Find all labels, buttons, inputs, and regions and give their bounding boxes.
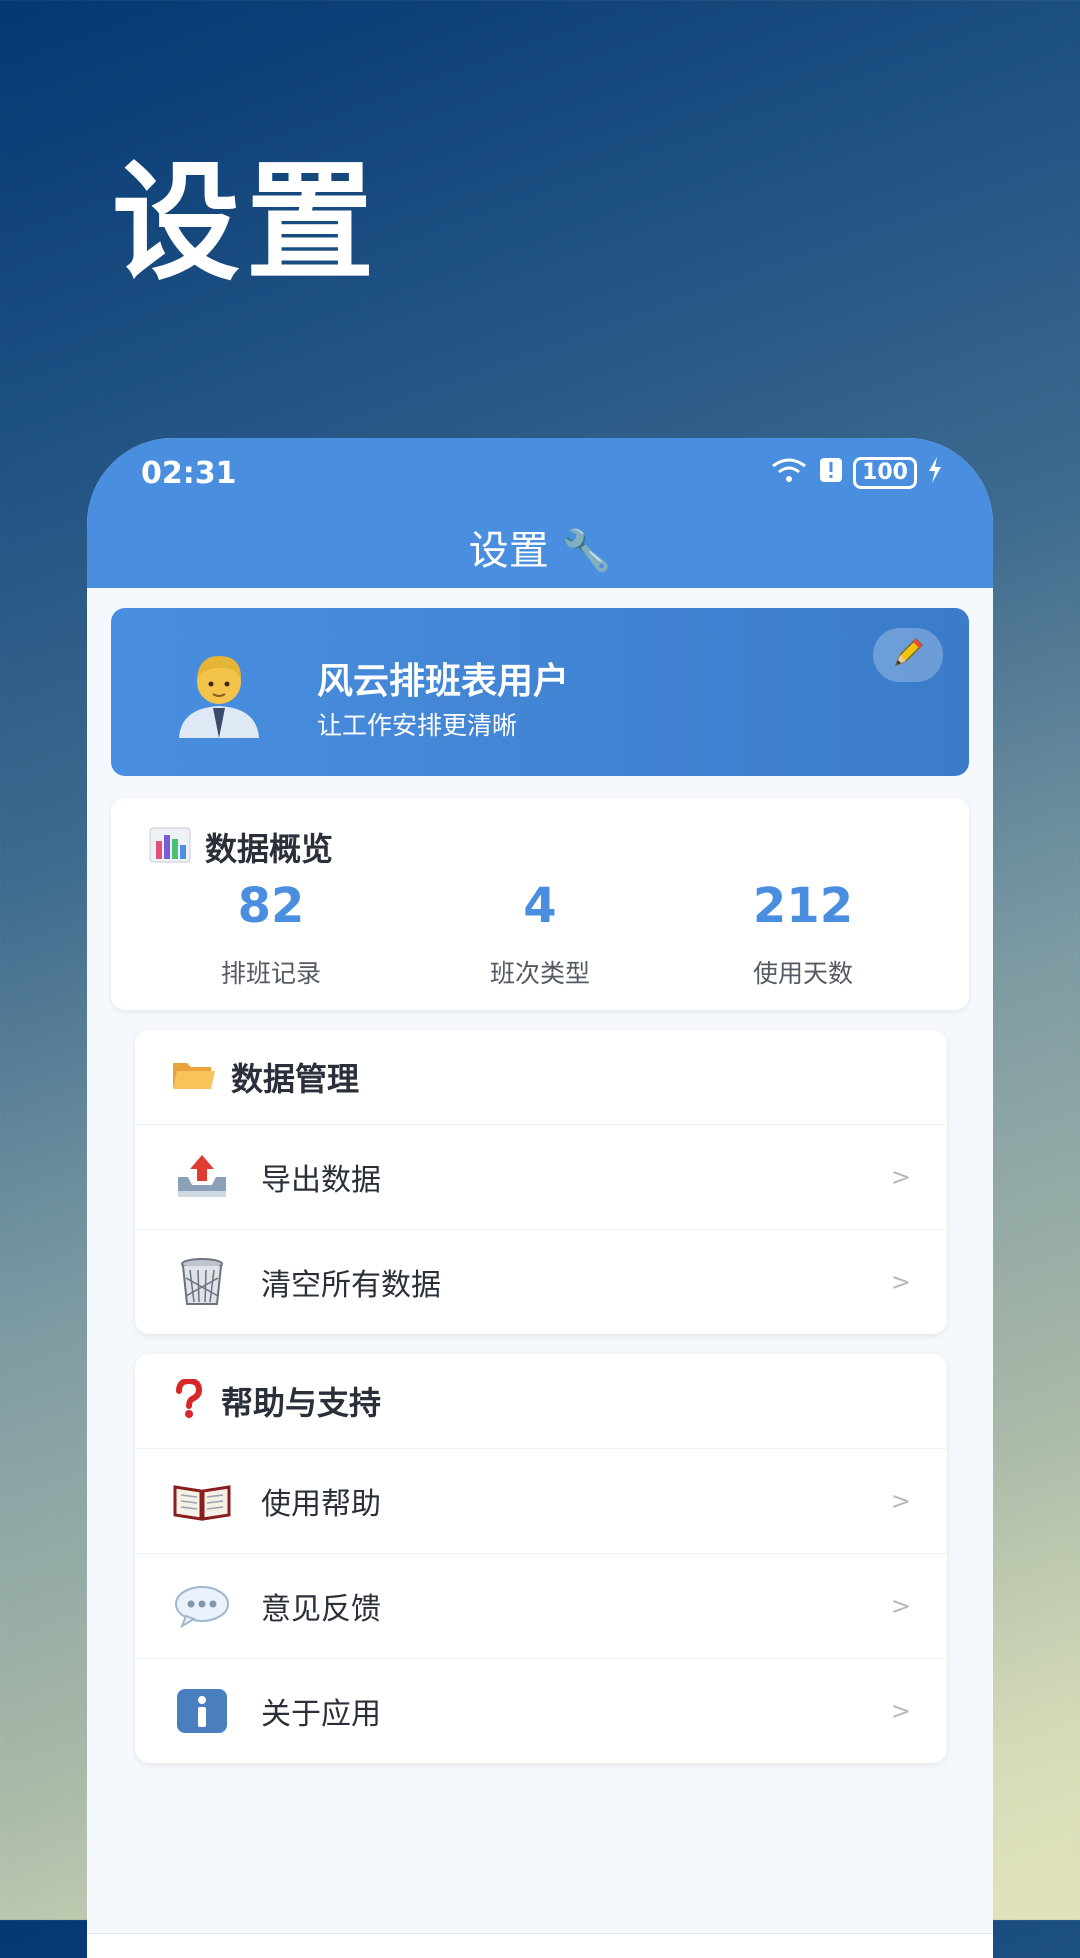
charging-icon — [927, 457, 943, 489]
export-data-item[interactable]: 导出数据 > — [135, 1125, 947, 1230]
chevron-right-icon: > — [890, 1592, 911, 1620]
user-help-item[interactable]: 使用帮助 > — [135, 1449, 947, 1554]
about-app-item[interactable]: 关于应用 > — [135, 1659, 947, 1763]
battery-indicator: 100 — [853, 457, 917, 489]
help-support-section: 帮助与支持 使用帮助 > 意见反馈 > 关于应用 > — [135, 1354, 947, 1763]
data-management-section: 数据管理 导出数据 > 清空所有数据 > — [135, 1030, 947, 1334]
hero-title: 设置 — [112, 149, 381, 298]
page-title: 设置 🔧 — [468, 528, 612, 574]
folder-icon — [171, 1057, 217, 1097]
item-label: 导出数据 — [261, 1163, 381, 1198]
overview-title: 数据概览 — [205, 830, 334, 868]
overview-card: 数据概览 82 排班记录 4 班次类型 212 使用天数 — [111, 798, 969, 1010]
item-label: 清空所有数据 — [261, 1268, 441, 1303]
section-title: 帮助与支持 — [221, 1384, 382, 1422]
profile-name: 风云排班表用户 — [317, 661, 570, 702]
man-office-worker-icon — [173, 646, 265, 738]
item-label: 关于应用 — [261, 1697, 381, 1732]
status-icons: 100 — [769, 456, 943, 490]
stat-label: 班次类型 — [489, 959, 590, 988]
stat-shift-types: 4 班次类型 — [430, 882, 650, 990]
clear-all-data-item[interactable]: 清空所有数据 > — [135, 1230, 947, 1334]
profile-card[interactable]: 风云排班表用户 让工作安排更清晰 — [111, 608, 969, 776]
stat-value: 4 — [523, 878, 557, 934]
phone-screen: 02:31 100 设置 🔧 风云排班表用户 让工作安排更清晰 数据概览 82 … — [87, 438, 993, 1958]
book-icon — [173, 1472, 231, 1530]
stat-value: 82 — [237, 878, 305, 934]
feedback-item[interactable]: 意见反馈 > — [135, 1554, 947, 1659]
item-label: 意见反馈 — [261, 1592, 381, 1627]
bar-chart-icon — [149, 827, 191, 867]
chevron-right-icon: > — [890, 1163, 911, 1191]
stat-days-used: 212 使用天数 — [693, 882, 913, 990]
item-label: 使用帮助 — [261, 1487, 381, 1522]
question-icon — [171, 1377, 207, 1423]
app-bar: 02:31 100 设置 🔧 — [87, 438, 993, 588]
edit-profile-button[interactable] — [873, 628, 943, 682]
stat-label: 使用天数 — [752, 959, 853, 988]
pencil-icon — [890, 635, 926, 675]
chevron-right-icon: > — [890, 1487, 911, 1515]
section-title: 数据管理 — [231, 1060, 360, 1098]
info-icon — [173, 1682, 231, 1740]
stat-shift-records: 82 排班记录 — [161, 882, 381, 990]
export-tray-icon — [173, 1148, 231, 1206]
chevron-right-icon: > — [890, 1268, 911, 1296]
chevron-right-icon: > — [890, 1697, 911, 1725]
speech-bubble-icon — [173, 1577, 231, 1635]
status-time: 02:31 — [141, 456, 237, 491]
profile-subtitle: 让工作安排更清晰 — [317, 711, 518, 740]
wifi-icon — [769, 456, 809, 490]
trash-icon — [173, 1253, 231, 1311]
stat-label: 排班记录 — [220, 959, 321, 988]
alert-icon — [819, 457, 843, 489]
stat-value: 212 — [752, 878, 854, 934]
bottom-tab-bar — [87, 1933, 993, 1958]
